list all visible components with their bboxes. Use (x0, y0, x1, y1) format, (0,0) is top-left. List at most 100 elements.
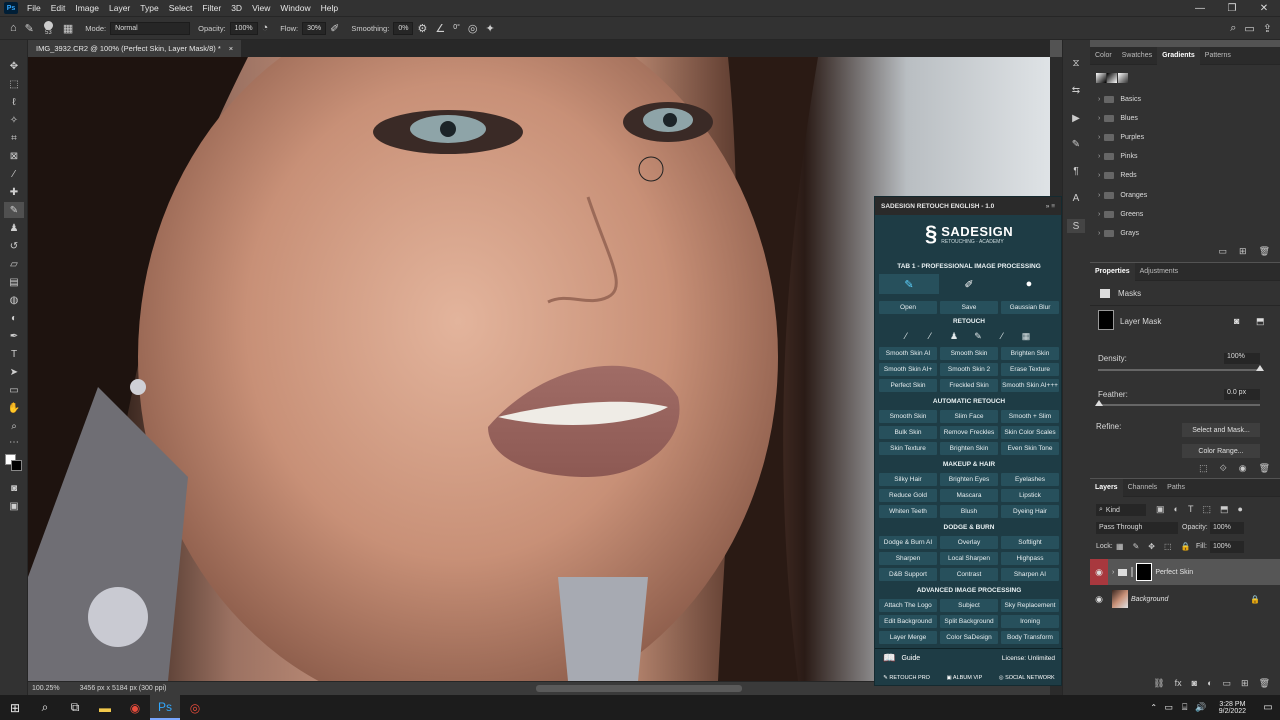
sadesign-button[interactable]: Softlight (1001, 536, 1059, 549)
sadesign-button[interactable]: Color SaDesign (940, 631, 998, 644)
sadesign-button[interactable]: Brighten Eyes (940, 473, 998, 486)
shape-filter-icon[interactable]: ⬚ (1202, 504, 1211, 515)
sadesign-button[interactable]: Split Background (940, 615, 998, 628)
windows-start-icon[interactable]: ⊞ (0, 695, 30, 720)
sadesign-button[interactable]: Skin Color Scales (1001, 426, 1059, 439)
density-slider-knob[interactable] (1256, 365, 1264, 371)
document-tab[interactable]: IMG_3932.CR2 @ 100% (Perfect Skin, Layer… (28, 40, 242, 57)
sadesign-button[interactable]: Skin Texture (879, 442, 937, 455)
color-range-button[interactable]: Color Range... (1182, 444, 1260, 458)
sadesign-button[interactable]: Slim Face (940, 410, 998, 423)
pen-tool-icon[interactable]: ✒ (4, 328, 24, 344)
sadesign-button[interactable]: Reduce Gold (879, 489, 937, 502)
gradient-group-greens[interactable]: › Greens (1090, 205, 1270, 224)
smoothing-input[interactable]: 0% (393, 21, 414, 35)
tab-layers[interactable]: Layers (1090, 478, 1123, 497)
share-icon[interactable]: ⇪ (1263, 22, 1272, 35)
pressure-opacity-icon[interactable]: ◔ (262, 22, 269, 34)
delete-icon[interactable]: 🗑 (1259, 246, 1270, 257)
pencil-icon[interactable]: ⁄ (995, 330, 1009, 342)
file-explorer-icon[interactable]: ▬ (90, 695, 120, 720)
sadesign-button[interactable]: Mascara (940, 489, 998, 502)
new-gradient-icon[interactable]: ⊞ (1239, 246, 1247, 257)
sadesign-button[interactable]: Perfect Skin (879, 379, 937, 392)
add-mask-icon[interactable]: ◙ (1192, 678, 1197, 689)
menu-type[interactable]: Type (135, 3, 163, 13)
brush-tool-icon[interactable]: ✎ (25, 22, 34, 35)
hand-tool-icon[interactable]: ✋ (4, 400, 24, 416)
sadesign-button[interactable]: Erase Texture (1001, 363, 1059, 376)
filter-toggle-icon[interactable]: ● (1237, 504, 1242, 515)
pressure-size-icon[interactable]: ◎ (468, 22, 478, 35)
eraser-icon[interactable]: ✎ (971, 330, 985, 342)
menu-help[interactable]: Help (316, 3, 343, 13)
minimize-icon[interactable]: — (1184, 0, 1216, 16)
eraser-tool-icon[interactable]: ▱ (4, 256, 24, 272)
more-tools-icon[interactable]: ⋯ (4, 434, 24, 450)
select-and-mask-button[interactable]: Select and Mask... (1182, 423, 1260, 437)
tab-properties[interactable]: Properties (1090, 262, 1135, 281)
visibility-eye-icon[interactable]: ◉ (1090, 594, 1108, 605)
angle-input[interactable]: 0° (449, 22, 464, 35)
task-view-icon[interactable]: ⧉ (60, 695, 90, 720)
tab-user-icon[interactable]: ● (999, 274, 1059, 294)
brush-icon[interactable]: ⁄ (923, 330, 937, 342)
eyedropper-tool-icon[interactable]: ⁄ (4, 166, 24, 182)
layer-name[interactable]: Perfect Skin (1155, 569, 1193, 576)
load-selection-icon[interactable]: ⬚ (1199, 463, 1208, 474)
brush-settings-icon[interactable]: ▦ (63, 22, 73, 35)
home-icon[interactable]: ⌂ (10, 22, 17, 34)
sadesign-button[interactable]: Blush (940, 505, 998, 518)
feather-slider-knob[interactable] (1095, 400, 1103, 406)
sadesign-button[interactable]: Smooth Skin AI+ (879, 363, 937, 376)
tab-paths[interactable]: Paths (1162, 479, 1190, 497)
crop-tool-icon[interactable]: ⌗ (4, 130, 24, 146)
grid-icon[interactable]: ▦ (1019, 330, 1033, 342)
sadesign-button[interactable]: Smooth Skin 2 (940, 363, 998, 376)
retouch-pro-link[interactable]: ✎ RETOUCH PRO (883, 675, 930, 681)
sadesign-button[interactable]: Open (879, 301, 937, 314)
mode-select[interactable]: Normal (110, 21, 191, 35)
actions-play-icon[interactable]: ▶ (1067, 111, 1085, 125)
sadesign-button[interactable]: Edit Background (879, 615, 937, 628)
sadesign-button[interactable]: Freckled Skin (940, 379, 998, 392)
shape-tool-icon[interactable]: ▭ (4, 382, 24, 398)
sadesign-button[interactable]: Smooth Skin (940, 347, 998, 360)
airbrush-icon[interactable]: ✐ (330, 22, 339, 35)
tab-brush-icon[interactable]: ✐ (939, 274, 999, 294)
visibility-eye-icon[interactable]: ◉ (1090, 559, 1108, 585)
menu-edit[interactable]: Edit (46, 3, 71, 13)
sadesign-button[interactable]: Sky Replacement (1001, 599, 1059, 612)
density-input[interactable]: 100% (1224, 353, 1260, 364)
paragraph-icon[interactable]: ¶ (1067, 164, 1085, 178)
flow-input[interactable]: 30% (302, 21, 327, 35)
sadesign-button[interactable]: Brighten Skin (940, 442, 998, 455)
delete-icon[interactable]: 🗑 (1259, 463, 1270, 474)
layer-filter-kind[interactable]: ⌕ Kind (1096, 504, 1146, 516)
link-layers-icon[interactable]: ⛓ (1153, 678, 1164, 689)
guide-link[interactable]: 📖 Guide (883, 653, 920, 664)
tab-gradients[interactable]: Gradients (1157, 46, 1200, 65)
sadesign-button[interactable]: Brighten Skin (1001, 347, 1059, 360)
lock-artboard-icon[interactable]: ⬚ (1164, 542, 1172, 551)
layer-row-background[interactable]: ◉ Background 🔒 (1090, 586, 1280, 612)
sadesign-button[interactable]: Sharpen (879, 552, 937, 565)
type-tool-icon[interactable]: T (4, 346, 24, 362)
lock-image-icon[interactable]: ✎ (1133, 542, 1140, 551)
search-icon[interactable]: ⌕ (1230, 22, 1236, 35)
background-color-swatch[interactable] (11, 460, 22, 471)
delete-icon[interactable]: 🗑 (1259, 678, 1270, 689)
maximize-icon[interactable]: ❐ (1216, 0, 1248, 16)
feather-input[interactable]: 0.0 px (1224, 389, 1260, 400)
search-icon[interactable]: ⌕ (30, 695, 60, 720)
tab-adjustments[interactable]: Adjustments (1135, 263, 1184, 281)
sadesign-plugin-icon[interactable]: S (1067, 219, 1085, 233)
gradient-group-pinks[interactable]: › Pinks (1090, 147, 1270, 166)
gradient-swatch[interactable] (1096, 73, 1106, 83)
clone-stamp-tool-icon[interactable]: ♟ (4, 220, 24, 236)
smart-object-filter-icon[interactable]: ⬒ (1220, 504, 1229, 515)
sadesign-button[interactable]: Local Sharpen (940, 552, 998, 565)
new-folder-icon[interactable]: ▭ (1219, 246, 1228, 257)
brush-panel-icon[interactable]: ✎ (1067, 137, 1085, 151)
new-layer-icon[interactable]: ⊞ (1241, 678, 1249, 689)
